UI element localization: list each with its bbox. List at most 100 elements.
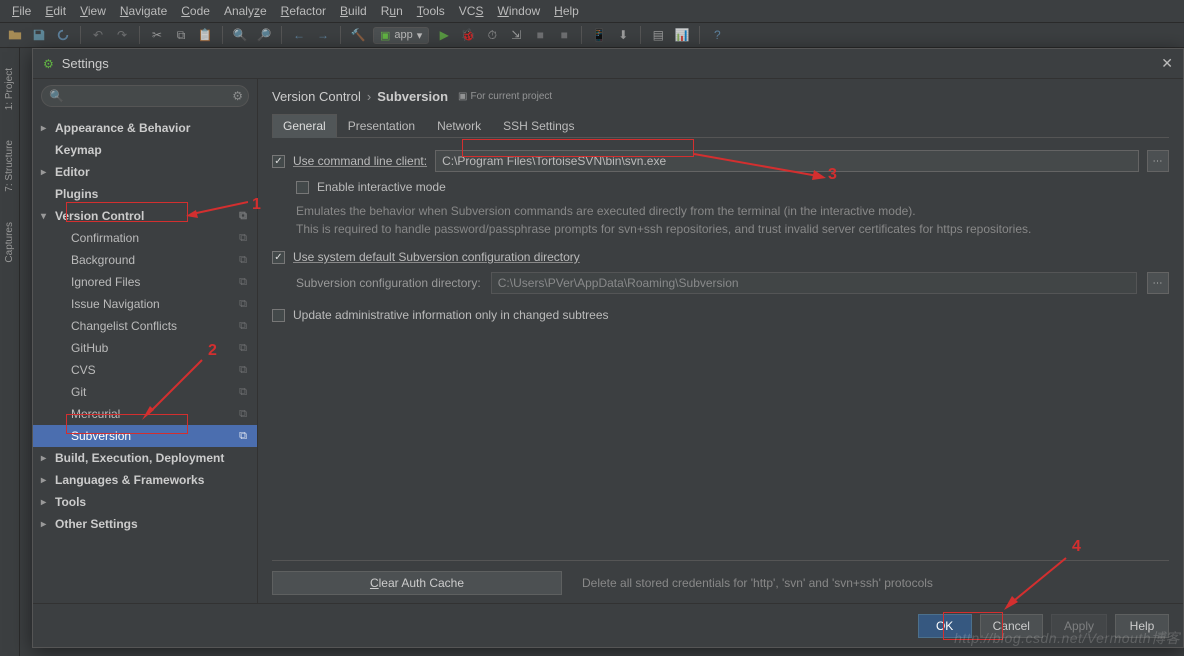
replace-icon[interactable]: 🔎	[255, 26, 273, 44]
menu-edit[interactable]: Edit	[39, 2, 72, 20]
save-icon[interactable]	[30, 26, 48, 44]
menu-refactor[interactable]: Refactor	[275, 2, 332, 20]
sidebar-item-git[interactable]: Git⧉	[33, 381, 257, 403]
cut-icon[interactable]: ✂	[148, 26, 166, 44]
sidebar-item-subversion[interactable]: Subversion⧉	[33, 425, 257, 447]
avd-icon[interactable]: 📱	[590, 26, 608, 44]
settings-tabs: GeneralPresentationNetworkSSH Settings	[272, 114, 1169, 138]
settings-sidebar: 🔍 ⚙ Appearance & BehaviorKeymapEditorPlu…	[33, 79, 258, 603]
search-options-icon[interactable]: ⚙	[232, 89, 243, 103]
tab-network[interactable]: Network	[426, 114, 492, 137]
sidebar-item-ignored-files[interactable]: Ignored Files⧉	[33, 271, 257, 293]
menu-analyze[interactable]: Analyze	[218, 2, 273, 20]
menu-vcs[interactable]: VCS	[453, 2, 490, 20]
attach-icon[interactable]: ⇲	[507, 26, 525, 44]
menu-tools[interactable]: Tools	[411, 2, 451, 20]
sdk-icon[interactable]: ⬇	[614, 26, 632, 44]
menu-window[interactable]: Window	[491, 2, 546, 20]
sidebar-item-github[interactable]: GitHub⧉	[33, 337, 257, 359]
sidebar-item-languages-frameworks[interactable]: Languages & Frameworks	[33, 469, 257, 491]
cli-browse-button[interactable]: ⋯	[1147, 150, 1169, 172]
rail-project[interactable]: 1: Project	[4, 68, 15, 110]
breadcrumb: Version Control › Subversion ▣For curren…	[272, 89, 1169, 104]
settings-tree[interactable]: Appearance & BehaviorKeymapEditorPlugins…	[33, 113, 257, 603]
menu-build[interactable]: Build	[334, 2, 373, 20]
layout-icon[interactable]: ▤	[649, 26, 667, 44]
help-icon[interactable]: ?	[708, 26, 726, 44]
breadcrumb-root[interactable]: Version Control	[272, 89, 361, 104]
sidebar-item-changelist-conflicts[interactable]: Changelist Conflicts⧉	[33, 315, 257, 337]
settings-search-input[interactable]	[41, 85, 249, 107]
close-icon[interactable]: ✕	[1161, 55, 1173, 72]
menu-file[interactable]: File	[6, 2, 37, 20]
settings-dialog: ⚙ Settings ✕ 🔍 ⚙ Appearance & BehaviorKe…	[32, 48, 1184, 648]
copy-icon: ⧉	[239, 210, 247, 223]
menu-view[interactable]: View	[74, 2, 112, 20]
use-default-dir-checkbox[interactable]	[272, 251, 285, 264]
sidebar-item-build-execution-deployment[interactable]: Build, Execution, Deployment	[33, 447, 257, 469]
copy-icon: ⧉	[239, 320, 247, 333]
sidebar-item-cvs[interactable]: CVS⧉	[33, 359, 257, 381]
sidebar-item-mercurial[interactable]: Mercurial⧉	[33, 403, 257, 425]
stop-icon[interactable]: ■	[531, 26, 549, 44]
copy-icon: ⧉	[239, 430, 247, 443]
stop2-icon[interactable]: ■	[555, 26, 573, 44]
chevron-down-icon: ▾	[417, 29, 423, 42]
rail-structure[interactable]: 7: Structure	[4, 140, 15, 192]
sidebar-item-tools[interactable]: Tools	[33, 491, 257, 513]
config-dir-browse-button[interactable]: ⋯	[1147, 272, 1169, 294]
find-icon[interactable]: 🔍	[231, 26, 249, 44]
undo-icon[interactable]: ↶	[89, 26, 107, 44]
clear-auth-desc: Delete all stored credentials for 'http'…	[582, 576, 933, 590]
sidebar-item-version-control[interactable]: Version Control⧉	[33, 205, 257, 227]
rail-captures[interactable]: Captures	[4, 222, 15, 263]
run-config-selector[interactable]: ▣ app ▾	[373, 27, 429, 44]
paste-icon[interactable]: 📋	[196, 26, 214, 44]
config-dir-input	[491, 272, 1137, 294]
tool-window-rail: 1: Project 7: Structure Captures	[0, 48, 20, 656]
sidebar-item-confirmation[interactable]: Confirmation⧉	[33, 227, 257, 249]
sidebar-item-plugins[interactable]: Plugins	[33, 183, 257, 205]
sync-icon[interactable]	[54, 26, 72, 44]
breadcrumb-leaf: Subversion	[377, 89, 448, 104]
android-icon: ▣	[380, 29, 390, 42]
copy-icon: ⧉	[239, 254, 247, 267]
copy-icon: ⧉	[239, 232, 247, 245]
interactive-checkbox[interactable]	[296, 181, 309, 194]
open-icon[interactable]	[6, 26, 24, 44]
forward-icon[interactable]: →	[314, 26, 332, 44]
run-icon[interactable]: ▶	[435, 26, 453, 44]
use-cli-label: Use command line client:	[293, 154, 427, 168]
sidebar-item-appearance-behavior[interactable]: Appearance & Behavior	[33, 117, 257, 139]
settings-icon: ⚙	[43, 57, 54, 71]
update-admin-checkbox[interactable]	[272, 309, 285, 322]
menu-help[interactable]: Help	[548, 2, 585, 20]
make-icon[interactable]: 🔨	[349, 26, 367, 44]
back-icon[interactable]: ←	[290, 26, 308, 44]
sidebar-item-editor[interactable]: Editor	[33, 161, 257, 183]
dialog-title-text: Settings	[62, 56, 1154, 71]
sidebar-item-issue-navigation[interactable]: Issue Navigation⧉	[33, 293, 257, 315]
profile-icon[interactable]: ⏱	[483, 26, 501, 44]
copy-icon: ⧉	[239, 408, 247, 421]
menu-code[interactable]: Code	[175, 2, 216, 20]
tab-presentation[interactable]: Presentation	[337, 114, 426, 137]
sidebar-item-background[interactable]: Background⧉	[33, 249, 257, 271]
use-cli-checkbox[interactable]	[272, 155, 285, 168]
tab-general[interactable]: General	[272, 114, 337, 138]
copy-icon[interactable]: ⧉	[172, 26, 190, 44]
menu-navigate[interactable]: Navigate	[114, 2, 173, 20]
sidebar-item-other-settings[interactable]: Other Settings	[33, 513, 257, 535]
copy-icon: ⧉	[239, 298, 247, 311]
clear-auth-button[interactable]: Clear Auth Cache	[272, 571, 562, 595]
tab-ssh-settings[interactable]: SSH Settings	[492, 114, 585, 137]
use-default-dir-label: Use system default Subversion configurat…	[293, 250, 580, 264]
debug-icon[interactable]: 🐞	[459, 26, 477, 44]
monitor-icon[interactable]: 📊	[673, 26, 691, 44]
config-dir-label: Subversion configuration directory:	[296, 276, 481, 290]
sidebar-item-keymap[interactable]: Keymap	[33, 139, 257, 161]
cli-path-input[interactable]	[435, 150, 1139, 172]
menu-run[interactable]: Run	[375, 2, 409, 20]
update-admin-label: Update administrative information only i…	[293, 308, 609, 322]
redo-icon[interactable]: ↷	[113, 26, 131, 44]
